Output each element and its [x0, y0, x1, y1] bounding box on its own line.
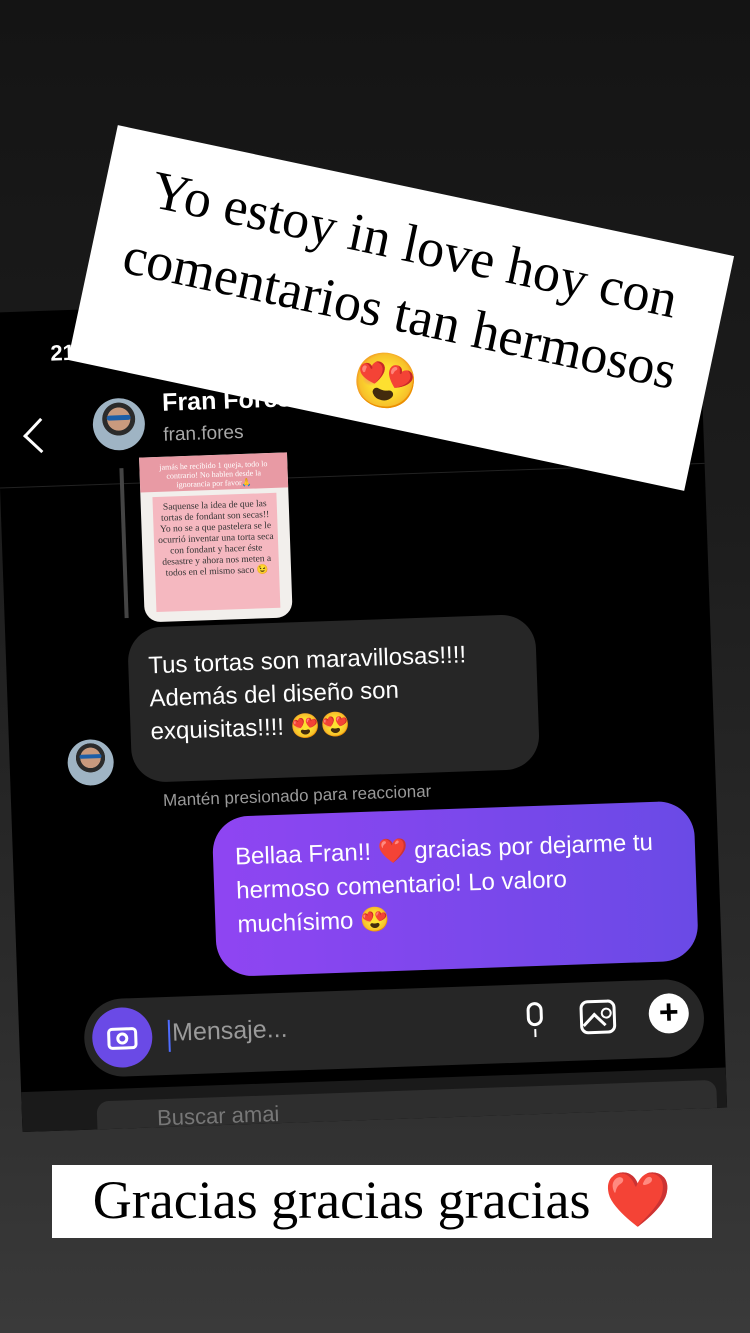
- sender-avatar[interactable]: [66, 738, 115, 787]
- caption-bottom: Gracias gracias gracias ❤️: [52, 1165, 712, 1238]
- mic-capsule: [526, 1001, 544, 1027]
- gallery-sun: [600, 1007, 612, 1019]
- post-main-text: Saquense la idea de que las tortas de fo…: [158, 499, 274, 579]
- camera-button[interactable]: [91, 1006, 154, 1069]
- post-top-text: jamás he recibido 1 queja, todo lo contr…: [159, 459, 268, 490]
- mic-stem: [534, 1029, 537, 1038]
- reply-line: [119, 468, 129, 619]
- sunglasses-icon: [79, 753, 102, 760]
- gallery-icon[interactable]: [579, 999, 617, 1037]
- message-input[interactable]: Mensaje...: [172, 1015, 288, 1048]
- microphone-icon[interactable]: [523, 1001, 546, 1038]
- plus-icon[interactable]: +: [648, 992, 690, 1035]
- search-input[interactable]: Buscar amai: [96, 1079, 718, 1133]
- shared-post-preview[interactable]: jamás he recibido 1 queja, todo lo contr…: [139, 452, 293, 623]
- message-composer: Mensaje... +: [82, 978, 706, 1078]
- avatar[interactable]: [91, 397, 146, 452]
- incoming-message[interactable]: Tus tortas son maravillosas!!!! Además d…: [126, 613, 541, 784]
- text-caret: [167, 1019, 171, 1052]
- reaction-hint: Mantén presionado para reaccionar: [162, 781, 432, 810]
- search-strip: Buscar amai: [21, 1067, 728, 1133]
- contact-username: fran.fores: [162, 421, 244, 446]
- outgoing-message[interactable]: Bellaa Fran!! ❤️ gracias por dejarme tu …: [211, 800, 699, 978]
- back-arrow-icon[interactable]: [23, 417, 59, 454]
- sunglasses-icon: [106, 414, 132, 421]
